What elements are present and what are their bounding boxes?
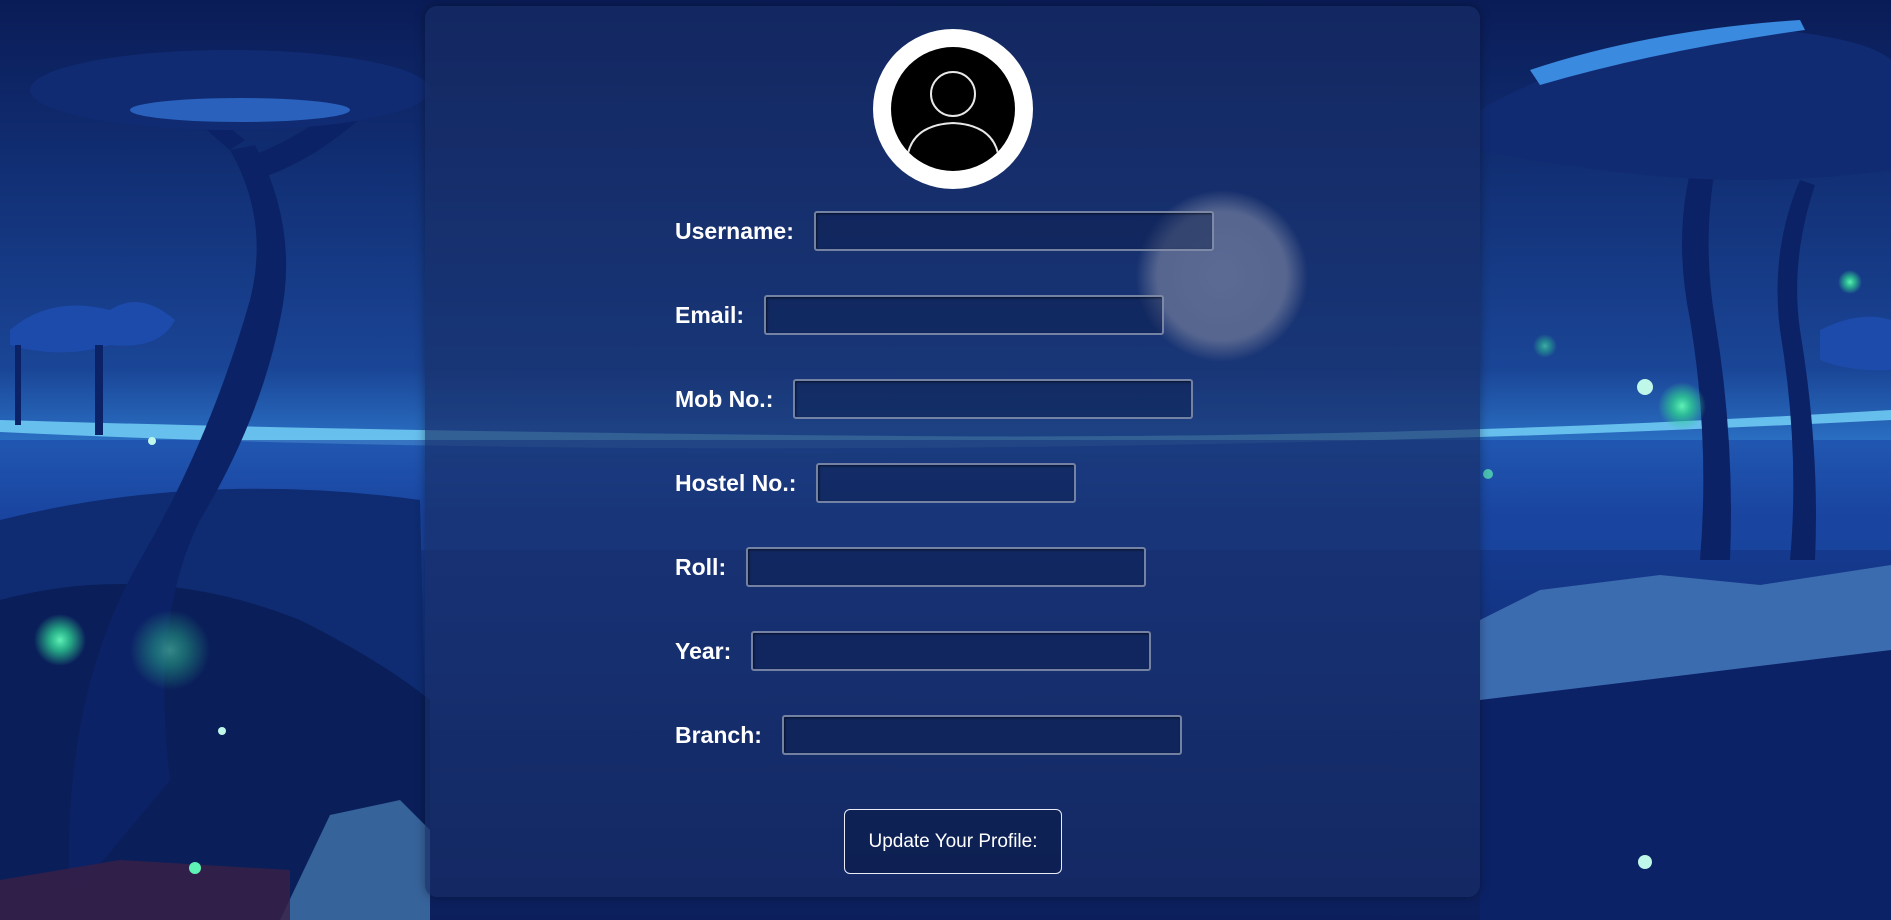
email-input[interactable] [764,295,1165,335]
hostel-label: Hostel No.: [675,469,797,496]
username-label: Username: [675,217,794,244]
branch-input[interactable] [781,715,1182,755]
mobile-input[interactable] [793,379,1194,419]
avatar-silhouette [891,47,1015,171]
roll-input[interactable] [746,547,1147,587]
update-profile-button[interactable]: Update Your Profile: [844,809,1062,874]
branch-label: Branch: [675,721,762,748]
hostel-row: Hostel No.: [675,461,1077,505]
username-row: Username: [675,209,1214,253]
roll-row: Roll: [675,545,1147,589]
user-avatar-icon [873,29,1033,189]
year-label: Year: [675,637,732,664]
mobile-row: Mob No.: [675,377,1194,421]
mobile-label: Mob No.: [675,385,774,412]
email-row: Email: [675,293,1165,337]
email-label: Email: [675,301,745,328]
year-row: Year: [675,629,1152,673]
hostel-input[interactable] [816,463,1077,503]
year-input[interactable] [751,631,1152,671]
username-input[interactable] [813,211,1214,251]
roll-label: Roll: [675,553,727,580]
branch-row: Branch: [675,713,1182,757]
